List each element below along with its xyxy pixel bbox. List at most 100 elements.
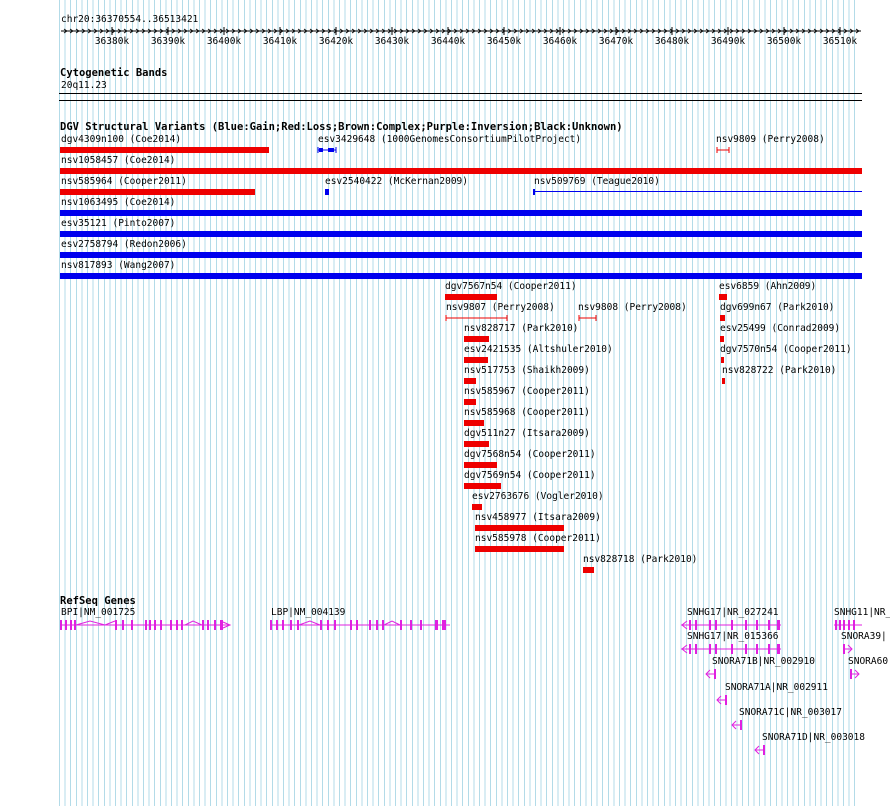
dgv-gain-bar[interactable] bbox=[60, 273, 862, 279]
dgv-feature-label[interactable]: nsv828718 (Park2010) bbox=[583, 555, 697, 565]
dgv-feature-label[interactable]: dgv4309n100 (Coe2014) bbox=[61, 135, 181, 145]
dgv-loss-bar[interactable] bbox=[472, 504, 482, 510]
ruler-tick-label: 36400k bbox=[207, 36, 242, 47]
dgv-feature-label[interactable]: nsv9807 (Perry2008) bbox=[446, 303, 555, 313]
dgv-loss-bar[interactable] bbox=[464, 357, 488, 363]
gene-model-snora39[interactable] bbox=[842, 643, 854, 655]
dgv-loss-bar[interactable] bbox=[721, 357, 724, 363]
dgv-loss-bar[interactable] bbox=[464, 441, 489, 447]
dgv-gain-bar[interactable] bbox=[325, 189, 329, 195]
dgv-loss-bar[interactable] bbox=[60, 189, 255, 195]
gene-model-bpi[interactable] bbox=[60, 619, 232, 631]
dgv-feature-label[interactable]: esv3429648 (1000GenomesConsortiumPilotPr… bbox=[318, 135, 581, 145]
dgv-feature-label[interactable]: dgv7568n54 (Cooper2011) bbox=[464, 450, 596, 460]
dgv-loss-bar[interactable] bbox=[716, 146, 730, 154]
gene-label[interactable]: SNORA71B|NR_002910 bbox=[712, 657, 815, 667]
gene-model-snhg11[interactable] bbox=[834, 619, 862, 631]
dgv-feature-label[interactable]: dgv699n67 (Park2010) bbox=[720, 303, 834, 313]
ruler-tick-label: 36490k bbox=[711, 36, 746, 47]
dgv-feature-label[interactable]: nsv828722 (Park2010) bbox=[722, 366, 836, 376]
gene-label[interactable]: SNHG17|NR_027241 bbox=[687, 608, 779, 618]
dgv-loss-bar[interactable] bbox=[60, 147, 269, 153]
ruler-tick-label: 36410k bbox=[263, 36, 298, 47]
gene-label[interactable]: BPI|NM_001725 bbox=[61, 608, 135, 618]
dgv-loss-bar[interactable] bbox=[583, 567, 594, 573]
ruler-tick-label: 36440k bbox=[431, 36, 466, 47]
cyto-track-title: Cytogenetic Bands bbox=[60, 67, 168, 79]
dgv-feature-label[interactable]: esv25499 (Conrad2009) bbox=[720, 324, 840, 334]
dgv-feature-label[interactable]: nsv585978 (Cooper2011) bbox=[475, 534, 601, 544]
cyto-band-top-line bbox=[59, 93, 862, 94]
gene-model-snora71c[interactable] bbox=[731, 719, 743, 731]
dgv-feature-label[interactable]: nsv1063495 (Coe2014) bbox=[61, 198, 175, 208]
dgv-gain-bar[interactable] bbox=[60, 231, 862, 237]
dgv-feature-label[interactable]: nsv585967 (Cooper2011) bbox=[464, 387, 590, 397]
dgv-feature-label[interactable]: nsv585968 (Cooper2011) bbox=[464, 408, 590, 418]
dgv-feature-label[interactable]: dgv511n27 (Itsara2009) bbox=[464, 429, 590, 439]
gene-model-snora60[interactable] bbox=[849, 668, 861, 680]
ruler-tick-label: 36450k bbox=[487, 36, 522, 47]
dgv-feature-label[interactable]: esv2763676 (Vogler2010) bbox=[472, 492, 604, 502]
cyto-band-label[interactable]: 20q11.23 bbox=[61, 81, 107, 91]
dgv-feature-label[interactable]: nsv9808 (Perry2008) bbox=[578, 303, 687, 313]
dgv-feature-label[interactable]: esv2540422 (McKernan2009) bbox=[325, 177, 468, 187]
refseq-track-title: RefSeq Genes bbox=[60, 595, 136, 607]
dgv-feature-label[interactable]: dgv7567n54 (Cooper2011) bbox=[445, 282, 577, 292]
dgv-gain-bar[interactable] bbox=[533, 188, 863, 196]
dgv-loss-bar[interactable] bbox=[60, 168, 862, 174]
gene-model-snora71b[interactable] bbox=[705, 668, 717, 680]
dgv-feature-label[interactable]: esv2421535 (Altshuler2010) bbox=[464, 345, 613, 355]
dgv-feature-label[interactable]: dgv7570n54 (Cooper2011) bbox=[720, 345, 852, 355]
dgv-feature-label[interactable]: nsv458977 (Itsara2009) bbox=[475, 513, 601, 523]
gene-model-snora71d[interactable] bbox=[754, 744, 766, 756]
gene-label[interactable]: SNORA71C|NR_003017 bbox=[739, 708, 842, 718]
gene-label[interactable]: SNORA60 bbox=[848, 657, 888, 667]
gene-label[interactable]: SNORA39| bbox=[841, 632, 887, 642]
dgv-loss-bar[interactable] bbox=[464, 336, 489, 342]
ruler-tick-label: 36510k bbox=[823, 36, 858, 47]
dgv-gain-bar[interactable] bbox=[317, 146, 337, 154]
dgv-loss-bar[interactable] bbox=[445, 294, 497, 300]
dgv-loss-bar[interactable] bbox=[720, 315, 725, 321]
dgv-loss-bar[interactable] bbox=[722, 378, 725, 384]
gene-model-snora71a[interactable] bbox=[716, 694, 728, 706]
genome-browser-panel: chr20:36370554..36513421 36380k 36390k 364… bbox=[0, 0, 890, 806]
dgv-feature-label[interactable]: esv35121 (Pinto2007) bbox=[61, 219, 175, 229]
gene-label[interactable]: SNHG17|NR_015366 bbox=[687, 632, 779, 642]
dgv-loss-bar[interactable] bbox=[578, 314, 598, 322]
dgv-feature-label[interactable]: nsv517753 (Shaikh2009) bbox=[464, 366, 590, 376]
gene-model-snhg17-alt[interactable] bbox=[681, 643, 783, 655]
gene-model-snhg17[interactable] bbox=[681, 619, 783, 631]
dgv-loss-bar[interactable] bbox=[720, 336, 724, 342]
dgv-feature-label[interactable]: esv2758794 (Redon2006) bbox=[61, 240, 187, 250]
dgv-loss-bar[interactable] bbox=[445, 314, 509, 322]
dgv-feature-label[interactable]: nsv817893 (Wang2007) bbox=[61, 261, 175, 271]
dgv-gain-bar[interactable] bbox=[60, 252, 862, 258]
dgv-feature-label[interactable]: dgv7569n54 (Cooper2011) bbox=[464, 471, 596, 481]
dgv-loss-bar[interactable] bbox=[719, 294, 727, 300]
dgv-feature-label[interactable]: nsv509769 (Teague2010) bbox=[534, 177, 660, 187]
dgv-loss-bar[interactable] bbox=[464, 483, 501, 489]
gene-label[interactable]: SNORA71A|NR_002911 bbox=[725, 683, 828, 693]
gene-label[interactable]: SNHG11|NR_ bbox=[834, 608, 890, 618]
gene-label[interactable]: LBP|NM_004139 bbox=[271, 608, 345, 618]
ruler-scale[interactable]: 36380k 36390k 36400k 36410k 36420k 36430k 3644… bbox=[0, 0, 890, 50]
dgv-gain-bar[interactable] bbox=[60, 210, 862, 216]
dgv-loss-bar[interactable] bbox=[464, 399, 476, 405]
dgv-feature-label[interactable]: esv6859 (Ahn2009) bbox=[719, 282, 816, 292]
dgv-loss-bar[interactable] bbox=[475, 546, 564, 552]
dgv-feature-label[interactable]: nsv9809 (Perry2008) bbox=[716, 135, 825, 145]
dgv-loss-bar[interactable] bbox=[464, 420, 484, 426]
gene-model-lbp[interactable] bbox=[270, 619, 452, 631]
ruler-tick-label: 36500k bbox=[767, 36, 802, 47]
dgv-feature-label[interactable]: nsv585964 (Cooper2011) bbox=[61, 177, 187, 187]
ruler-tick-label: 36460k bbox=[543, 36, 578, 47]
ruler-tick-label: 36470k bbox=[599, 36, 634, 47]
gene-label[interactable]: SNORA71D|NR_003018 bbox=[762, 733, 865, 743]
cyto-band-bottom-line bbox=[59, 100, 862, 101]
dgv-feature-label[interactable]: nsv828717 (Park2010) bbox=[464, 324, 578, 334]
dgv-loss-bar[interactable] bbox=[475, 525, 564, 531]
dgv-feature-label[interactable]: nsv1058457 (Coe2014) bbox=[61, 156, 175, 166]
dgv-loss-bar[interactable] bbox=[464, 462, 497, 468]
dgv-loss-bar[interactable] bbox=[464, 378, 476, 384]
